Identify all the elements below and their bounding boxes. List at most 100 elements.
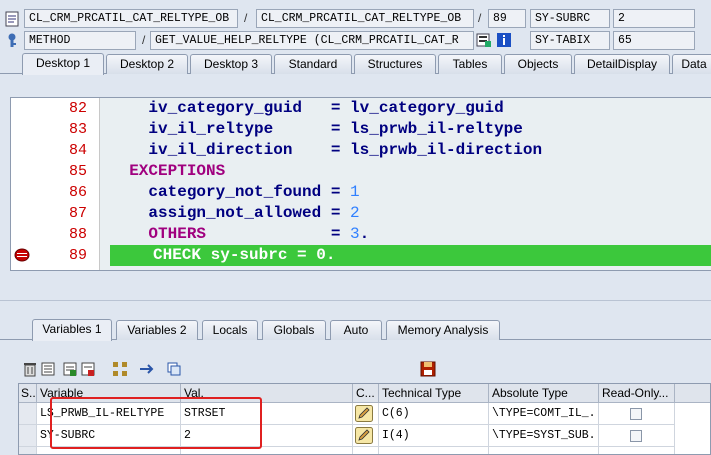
tab-auto[interactable]: Auto [330, 320, 382, 340]
code-text: category_not_found = 1 [110, 182, 360, 203]
code-line[interactable]: 86 category_not_found = 1 [11, 182, 711, 203]
code-literal: 2 [350, 204, 360, 222]
edit-pencil-icon[interactable] [355, 427, 373, 444]
event-field[interactable]: GET_VALUE_HELP_RELTYPE (CL_CRM_PRCATIL_C… [150, 31, 474, 50]
line-number: 82 [68, 100, 87, 117]
delete-icon[interactable] [22, 361, 38, 377]
code-token: = [206, 225, 351, 243]
delete-all-icon[interactable] [40, 361, 56, 377]
code-text: EXCEPTIONS [110, 161, 225, 182]
code-text: OTHERS = 3. [110, 224, 369, 245]
line-number: 87 [68, 205, 87, 222]
save-variables-icon[interactable] [62, 361, 78, 377]
line-number-field[interactable]: 89 [488, 9, 526, 28]
col-read-only-header[interactable]: Read-Only... [599, 384, 675, 403]
tab-tables[interactable]: Tables [438, 54, 502, 74]
code-keyword: EXCEPTIONS [110, 162, 226, 180]
separator: / [142, 33, 146, 47]
table-cell-technical-type: C(6) [379, 403, 489, 425]
info-icon[interactable] [496, 32, 512, 48]
method-icon [8, 33, 16, 47]
tab-detail-display[interactable]: DetailDisplay [574, 54, 670, 74]
code-literal: 1 [350, 183, 360, 201]
sysfield-value-2[interactable]: 65 [613, 31, 695, 50]
tab-desktop-3[interactable]: Desktop 3 [190, 54, 272, 74]
table-cell-absolute-type [489, 447, 599, 454]
read-only-checkbox[interactable] [630, 408, 642, 420]
code-text: iv_category_guid = lv_category_guid [110, 98, 503, 119]
tab-variables-1[interactable]: Variables 1 [32, 319, 112, 341]
code-text: iv_il_direction = ls_prwb_il-direction [110, 140, 542, 161]
sysfield-name-2[interactable]: SY-TABIX [530, 31, 610, 50]
code-line[interactable]: 85 EXCEPTIONS [11, 161, 711, 182]
row-selector[interactable] [19, 425, 37, 447]
desktop-tab-strip: Desktop 1 Desktop 2 Desktop 3 Standard S… [0, 52, 711, 75]
include-field[interactable]: CL_CRM_PRCATIL_CAT_RELTYPE_OB [256, 9, 474, 28]
code-token: CHECK sy-subrc = 0. [153, 246, 336, 264]
code-line[interactable]: 87 assign_not_allowed = 2 [11, 203, 711, 224]
col-technical-type-header[interactable]: Technical Type [379, 384, 489, 403]
change-cell[interactable] [353, 447, 379, 454]
code-text: iv_il_reltype = ls_prwb_il-reltype [110, 119, 522, 140]
code-line[interactable]: 84 iv_il_direction = ls_prwb_il-directio… [11, 140, 711, 161]
read-only-cell [599, 447, 675, 454]
table-cell-variable[interactable]: SY-SUBRC [37, 425, 181, 447]
pane-divider[interactable] [0, 300, 711, 304]
row-selector[interactable] [19, 403, 37, 425]
table-cell-variable[interactable]: LS_PRWB_IL-RELTYPE [37, 403, 181, 425]
tab-locals[interactable]: Locals [202, 320, 258, 340]
col-variable-header[interactable]: Variable [37, 384, 181, 403]
copy-icon[interactable] [166, 361, 182, 377]
col-filler-header [675, 384, 710, 403]
table-cell-variable[interactable] [37, 447, 181, 454]
sysfield-name-1[interactable]: SY-SUBRC [530, 9, 610, 28]
tab-objects[interactable]: Objects [504, 54, 572, 74]
table-cell-value[interactable]: 2 [181, 425, 353, 447]
variables-tab-strip: Variables 1 Variables 2 Locals Globals A… [0, 318, 711, 341]
tab-structures[interactable]: Structures [354, 54, 436, 74]
tab-standard[interactable]: Standard [274, 54, 352, 74]
tab-memory-analysis[interactable]: Memory Analysis [386, 320, 500, 340]
table-cell-value[interactable]: STRSET [181, 403, 353, 425]
tab-data[interactable]: Data [672, 54, 711, 74]
edit-pencil-icon[interactable] [355, 405, 373, 422]
line-number: 89 [68, 247, 87, 264]
row-selector[interactable] [19, 447, 37, 454]
sysfield-value-1[interactable]: 2 [613, 9, 695, 28]
program-field[interactable]: CL_CRM_PRCATIL_CAT_RELTYPE_OB [24, 9, 238, 28]
col-value-header[interactable]: Val. [181, 384, 353, 403]
line-number: 84 [68, 142, 87, 159]
separator: / [244, 11, 248, 25]
class-icon [5, 11, 19, 27]
col-status-header[interactable]: S... [19, 384, 37, 403]
transfer-icon[interactable] [138, 361, 154, 377]
code-text: CHECK sy-subrc = 0. [153, 245, 335, 266]
code-line[interactable]: 89 CHECK sy-subrc = 0. [11, 245, 711, 266]
table-cell-absolute-type: \TYPE=COMT_IL_... [489, 403, 599, 425]
separator: / [478, 11, 482, 25]
display-source-icon[interactable] [476, 32, 492, 48]
tab-desktop-1[interactable]: Desktop 1 [22, 53, 104, 75]
table-cell-value[interactable] [181, 447, 353, 454]
code-line[interactable]: 82 iv_category_guid = lv_category_guid [11, 98, 711, 119]
tab-variables-2[interactable]: Variables 2 [116, 320, 198, 340]
col-change-header[interactable]: C... [353, 384, 379, 403]
source-code-panel[interactable]: 82 iv_category_guid = lv_category_guid 83… [10, 97, 711, 271]
read-only-checkbox[interactable] [630, 430, 642, 442]
table-cell-technical-type: I(4) [379, 425, 489, 447]
tab-desktop-2[interactable]: Desktop 2 [106, 54, 188, 74]
code-token: assign_not_allowed = [110, 204, 351, 222]
code-token: . [359, 225, 370, 243]
load-variables-icon[interactable] [80, 361, 96, 377]
code-token: iv_il_direction = ls_prwb_il-direction [110, 141, 543, 159]
code-keyword: OTHERS [110, 225, 207, 243]
tree-icon[interactable] [112, 361, 128, 377]
type-field[interactable]: METHOD [24, 31, 136, 50]
save-icon[interactable] [420, 361, 436, 377]
code-line[interactable]: 83 iv_il_reltype = ls_prwb_il-reltype [11, 119, 711, 140]
col-absolute-type-header[interactable]: Absolute Type [489, 384, 599, 403]
breakpoint-icon[interactable] [14, 248, 30, 262]
code-token: category_not_found = [110, 183, 351, 201]
tab-globals[interactable]: Globals [262, 320, 326, 340]
code-line[interactable]: 88 OTHERS = 3. [11, 224, 711, 245]
